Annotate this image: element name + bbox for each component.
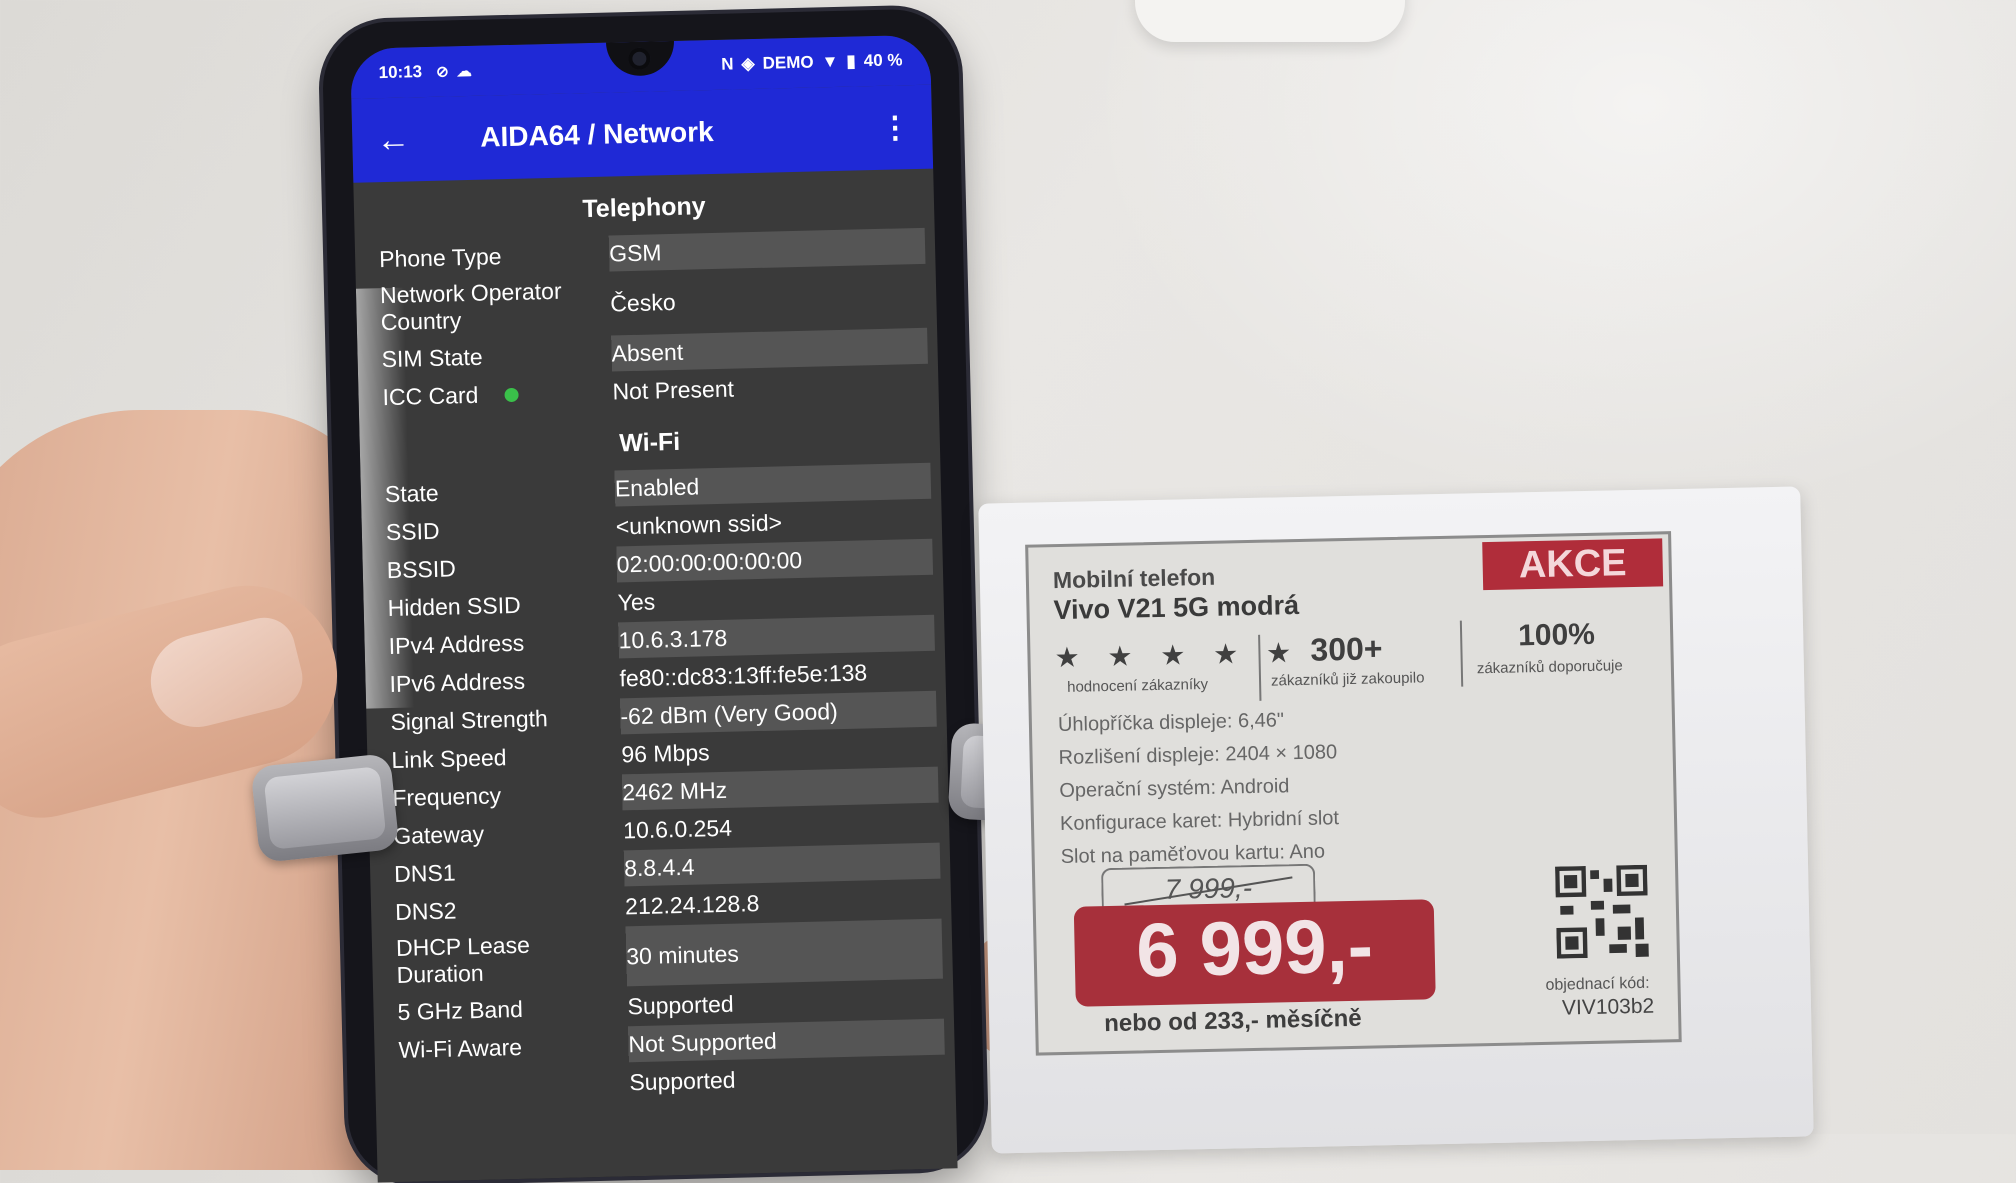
page-title: AIDA64 / Network xyxy=(479,115,714,153)
row-value: Supported xyxy=(627,990,734,1019)
row-key: BSSID xyxy=(386,554,457,583)
row-key: IPv6 Address xyxy=(389,667,526,697)
phone: 10:13 ⊘ ☁ N ◈ DEMO ▼ ▮ 40 % ← AIDA64 / N… xyxy=(321,7,986,1183)
battery-icon: ▮ xyxy=(846,51,856,71)
info-row: DHCP Lease Duration 30 minutes xyxy=(395,918,943,992)
row-value: Yes xyxy=(617,588,656,615)
product-name: Vivo V21 5G modrá xyxy=(1053,589,1300,626)
row-value: 10.6.0.254 xyxy=(622,814,733,843)
app-bar: ← AIDA64 / Network ⋮ xyxy=(351,84,934,183)
order-code-label: objednací kód: xyxy=(1545,974,1650,994)
wifi-icon: ▼ xyxy=(821,51,839,72)
divider xyxy=(1459,620,1464,687)
status-time: 10:13 xyxy=(378,62,423,83)
sale-badge: AKCE xyxy=(1482,538,1664,591)
status-dot-icon xyxy=(504,388,519,403)
row-value: <unknown ssid> xyxy=(615,508,783,539)
eink-display: AKCE Mobilní telefon Vivo V21 5G modrá ★… xyxy=(1025,531,1682,1056)
row-key: Hidden SSID xyxy=(387,591,521,621)
row-key: SSID xyxy=(385,517,440,545)
info-row: Network Operator Country Česko xyxy=(380,266,927,339)
status-right: N ◈ DEMO ▼ ▮ 40 % xyxy=(721,50,903,74)
desk-glare xyxy=(1080,0,2016,520)
row-key: Phone Type xyxy=(378,242,502,272)
row-key: Gateway xyxy=(392,820,485,849)
monthly-price: nebo od 233,- měsíčně xyxy=(1103,1004,1362,1038)
nfc-icon: N xyxy=(721,54,734,74)
row-key: Wi-Fi Aware xyxy=(398,1033,523,1063)
status-carrier: DEMO xyxy=(762,52,814,73)
row-value: fe80::dc83:13ff:fe5e:138 xyxy=(619,658,868,691)
row-value: Not Present xyxy=(612,375,735,405)
row-key: 5 GHz Band xyxy=(397,995,524,1025)
back-arrow-icon[interactable]: ← xyxy=(376,119,437,159)
purchases-label: zákazníků již zakoupilo xyxy=(1270,669,1425,690)
white-device xyxy=(1135,0,1405,42)
cloud-icon: ☁ xyxy=(456,62,472,81)
row-key: Network Operator Country xyxy=(379,277,562,336)
camera-notch xyxy=(605,40,675,77)
row-value: 8.8.4.4 xyxy=(623,853,695,881)
row-value: 212.24.128.8 xyxy=(624,889,760,919)
row-key: SIM State xyxy=(381,343,483,372)
spec-list: Úhlopříčka displeje: 6,46" Rozlišení dis… xyxy=(1058,703,1340,874)
row-key: Link Speed xyxy=(391,743,507,773)
price-tag: AKCE Mobilní telefon Vivo V21 5G modrá ★… xyxy=(978,486,1814,1154)
row-key: ICC Card xyxy=(382,375,603,413)
recommend-label: zákazníků doporučuje xyxy=(1476,657,1623,678)
row-value: GSM xyxy=(608,238,662,267)
security-clip-left xyxy=(250,752,400,864)
row-value: 96 Mbps xyxy=(621,738,710,767)
row-key: IPv4 Address xyxy=(388,629,525,659)
row-value: 30 minutes xyxy=(625,940,740,969)
row-value: Supported xyxy=(629,1066,736,1095)
row-value: 2462 MHz xyxy=(621,776,728,805)
screen-glare xyxy=(355,287,415,709)
product-category: Mobilní telefon xyxy=(1052,563,1216,594)
row-key: Frequency xyxy=(392,781,502,811)
row-value: Enabled xyxy=(614,472,700,501)
order-code-value: VIV103b2 xyxy=(1561,994,1655,1020)
vibrate-icon: ◈ xyxy=(741,53,755,74)
more-vert-icon[interactable]: ⋮ xyxy=(880,110,911,146)
phone-screen: 10:13 ⊘ ☁ N ◈ DEMO ▼ ▮ 40 % ← AIDA64 / N… xyxy=(350,34,958,1183)
row-key: DNS2 xyxy=(394,896,457,925)
spec-item: Rozlišení displeje: 2404 × 1080 xyxy=(1058,741,1338,770)
row-value: 10.6.3.178 xyxy=(618,624,728,653)
row-key: DHCP Lease Duration xyxy=(395,931,531,988)
recommend-value: 100% xyxy=(1517,617,1596,653)
row-value: Absent xyxy=(611,338,684,367)
row-value: Not Supported xyxy=(628,1027,778,1057)
current-price: 6 999,- xyxy=(1135,903,1374,994)
purchases-value: 300+ xyxy=(1310,630,1383,668)
qr-code-icon xyxy=(1555,864,1649,959)
status-battery: 40 % xyxy=(863,50,903,71)
row-value: Česko xyxy=(610,288,676,317)
row-key: DNS1 xyxy=(393,858,456,887)
row-value: 02:00:00:00:00:00 xyxy=(616,546,803,577)
price-box: 6 999,- xyxy=(1073,899,1436,1007)
rating-label: hodnocení zákazníky xyxy=(1066,675,1209,696)
row-value: -62 dBm (Very Good) xyxy=(620,697,839,729)
rating-stars-icon: ★ ★ ★ ★ ★ xyxy=(1054,636,1302,674)
sync-icon: ⊘ xyxy=(435,63,449,81)
row-key xyxy=(399,1080,619,1091)
row-key: State xyxy=(384,479,439,507)
row-key: Signal Strength xyxy=(390,704,549,735)
